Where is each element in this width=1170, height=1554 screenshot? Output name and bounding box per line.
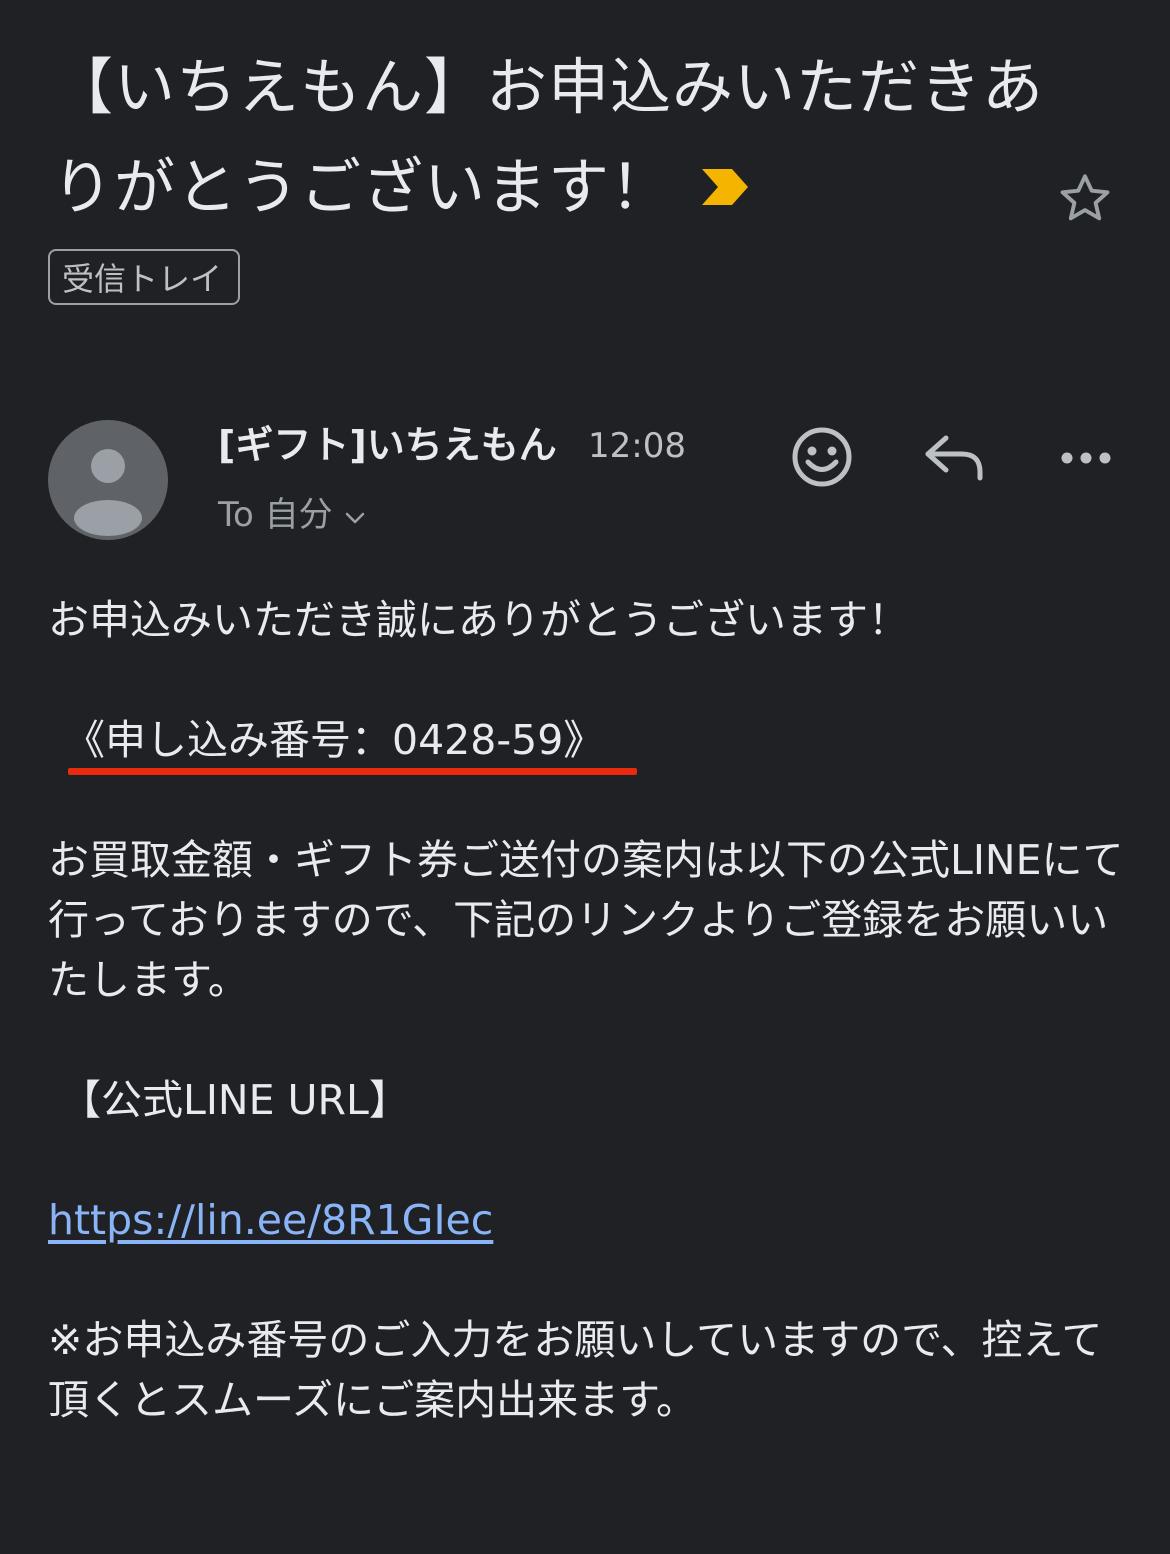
add-reaction-button[interactable] — [790, 425, 854, 489]
star-icon[interactable] — [1054, 168, 1116, 230]
official-line-heading: 【公式LINE URL】 — [60, 1076, 410, 1124]
person-icon — [74, 449, 142, 536]
body-paragraph-note: ※お申込み番号のご入力をお願いしていますので、控えて頂くとスムーズにご案内出来ま… — [48, 1316, 1103, 1424]
body-paragraph-line-info: お買取金額・ギフト券ご送付の案内は以下の公式LINEにて行っておりますので、下記… — [48, 836, 1124, 1004]
recipient-text: To 自分 — [218, 495, 333, 535]
sender-name[interactable]: [ギフト]いちえもん — [218, 420, 557, 470]
more-options-button[interactable] — [1056, 438, 1116, 478]
chevron-down-icon — [343, 492, 367, 538]
subject-text: 【いちえもん】お申込みいただきありがとうございます！ — [52, 52, 1045, 223]
more-horizontal-icon — [1061, 452, 1111, 464]
importance-marker-icon[interactable] — [698, 137, 750, 237]
highlight-underline — [68, 768, 637, 775]
recipient-toggle[interactable]: To 自分 — [218, 492, 367, 538]
inbox-label-chip[interactable]: 受信トレイ — [48, 249, 240, 305]
sender-avatar[interactable] — [48, 420, 168, 540]
reply-icon — [925, 435, 983, 481]
line-url-link[interactable]: https://lin.ee/8R1GIec — [48, 1190, 493, 1250]
body-greeting: お申込みいただき誠にありがとうございます！ — [48, 596, 909, 644]
reply-button[interactable] — [922, 430, 986, 486]
smiley-icon — [792, 427, 852, 487]
email-time: 12:08 — [588, 426, 686, 466]
email-view: 【いちえもん】お申込みいただきありがとうございます！ 受信トレイ [ギフト]いち… — [0, 0, 1170, 1554]
application-number: 《申し込み番号：0428-59》 — [64, 716, 605, 764]
email-subject: 【いちえもん】お申込みいただきありがとうございます！ — [52, 38, 1052, 238]
